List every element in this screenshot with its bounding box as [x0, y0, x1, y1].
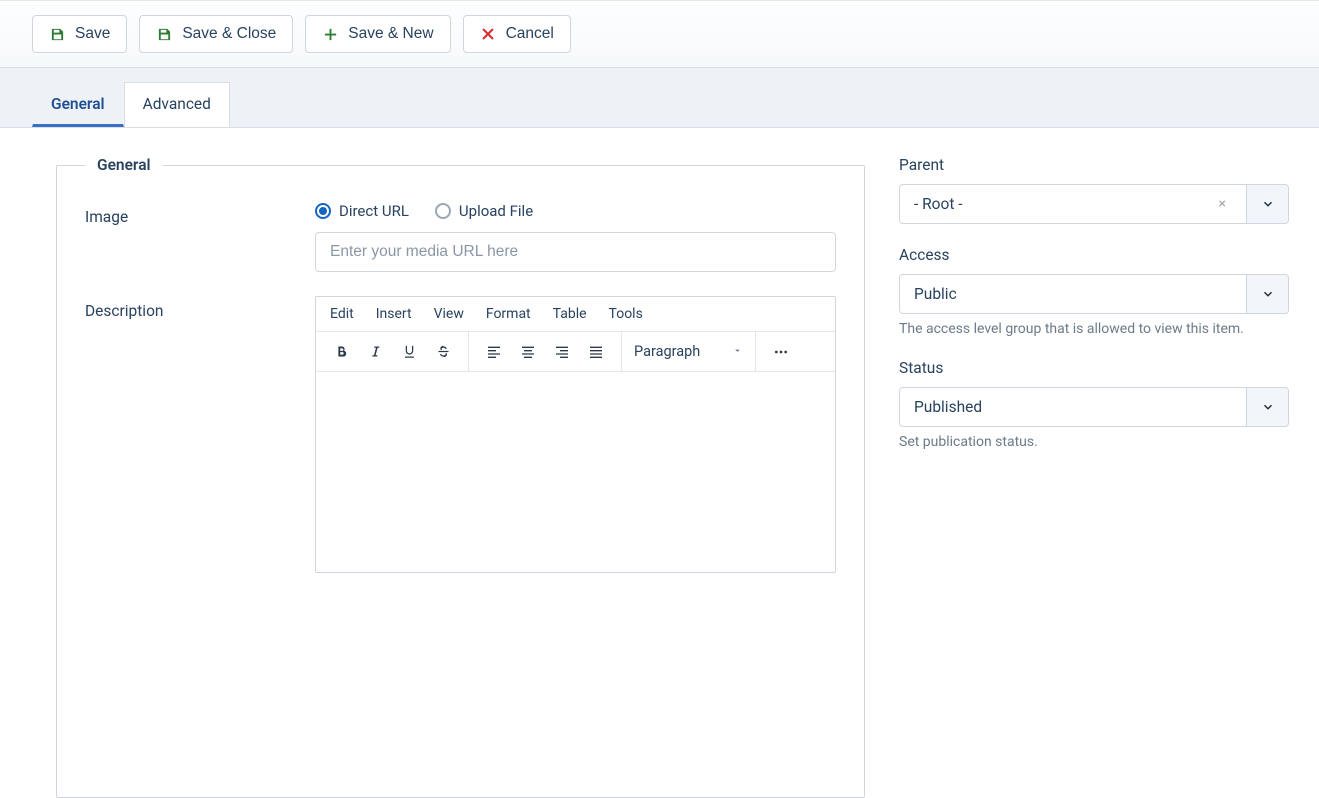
radio-direct-url-label: Direct URL: [339, 202, 409, 220]
save-close-button[interactable]: Save & Close: [139, 15, 293, 53]
chevron-down-icon: [732, 343, 743, 360]
strikethrough-button[interactable]: [426, 335, 460, 369]
underline-button[interactable]: [392, 335, 426, 369]
status-field: Status Published Set publication status.: [899, 359, 1289, 450]
chevron-down-icon[interactable]: [1246, 275, 1288, 313]
status-select[interactable]: Published: [899, 387, 1289, 427]
menu-view[interactable]: View: [434, 306, 464, 322]
radio-icon-unchecked: [435, 203, 451, 219]
align-center-button[interactable]: [511, 335, 545, 369]
general-fieldset: General Image Direct URL Upload File: [56, 156, 865, 798]
close-icon: [480, 26, 496, 42]
image-source-radiogroup: Direct URL Upload File: [315, 202, 836, 220]
menu-insert[interactable]: Insert: [376, 306, 412, 322]
save-new-label: Save & New: [348, 25, 433, 43]
cancel-label: Cancel: [506, 25, 554, 43]
parent-field: Parent - Root - ×: [899, 156, 1289, 224]
access-field: Access Public The access level group tha…: [899, 246, 1289, 337]
page-body: General Image Direct URL Upload File: [0, 127, 1319, 798]
editor-toolbar: Paragraph: [316, 332, 835, 372]
menu-edit[interactable]: Edit: [330, 306, 354, 322]
chevron-down-icon[interactable]: [1246, 185, 1288, 223]
menu-tools[interactable]: Tools: [609, 306, 643, 322]
rich-text-editor: Edit Insert View Format Table Tools: [315, 296, 836, 573]
cancel-button[interactable]: Cancel: [463, 15, 571, 53]
more-button[interactable]: [764, 335, 798, 369]
align-justify-button[interactable]: [579, 335, 613, 369]
side-column: Parent - Root - × Access Public: [899, 156, 1289, 798]
save-new-button[interactable]: Save & New: [305, 15, 450, 53]
parent-select[interactable]: - Root - ×: [899, 184, 1289, 224]
save-button[interactable]: Save: [32, 15, 127, 53]
description-row: Description Edit Insert View Format Tabl…: [85, 296, 836, 573]
save-label: Save: [75, 25, 110, 43]
tab-bar: General Advanced: [0, 82, 1319, 127]
status-value: Published: [914, 398, 982, 416]
editor-content-area[interactable]: [316, 372, 835, 572]
access-select[interactable]: Public: [899, 274, 1289, 314]
access-value: Public: [914, 285, 957, 303]
fieldset-legend: General: [85, 156, 163, 174]
editor-menubar: Edit Insert View Format Table Tools: [316, 297, 835, 332]
menu-format[interactable]: Format: [486, 306, 531, 322]
menu-table[interactable]: Table: [553, 306, 587, 322]
paragraph-select-label: Paragraph: [634, 343, 700, 360]
save-icon: [49, 26, 65, 42]
tab-general[interactable]: General: [32, 82, 124, 127]
access-help: The access level group that is allowed t…: [899, 321, 1289, 337]
tab-advanced[interactable]: Advanced: [124, 82, 230, 127]
media-url-input[interactable]: [315, 232, 836, 272]
parent-label: Parent: [899, 156, 1289, 174]
access-label: Access: [899, 246, 1289, 264]
radio-upload-file[interactable]: Upload File: [435, 202, 533, 220]
clear-icon[interactable]: ×: [1213, 196, 1232, 212]
chevron-down-icon[interactable]: [1246, 388, 1288, 426]
save-close-label: Save & Close: [182, 25, 276, 43]
action-toolbar: Save Save & Close Save & New Cancel: [0, 0, 1319, 68]
paragraph-select[interactable]: Paragraph: [622, 332, 756, 371]
description-label: Description: [85, 296, 295, 573]
image-label: Image: [85, 202, 295, 272]
radio-direct-url[interactable]: Direct URL: [315, 202, 409, 220]
plus-icon: [322, 26, 338, 42]
main-column: General Image Direct URL Upload File: [56, 156, 865, 798]
italic-button[interactable]: [358, 335, 392, 369]
parent-value: - Root -: [914, 195, 963, 213]
radio-icon-checked: [315, 203, 331, 219]
radio-upload-file-label: Upload File: [459, 202, 533, 220]
image-row: Image Direct URL Upload File: [85, 202, 836, 272]
align-left-button[interactable]: [477, 335, 511, 369]
bold-button[interactable]: [324, 335, 358, 369]
align-right-button[interactable]: [545, 335, 579, 369]
status-help: Set publication status.: [899, 434, 1289, 450]
save-icon: [156, 26, 172, 42]
status-label: Status: [899, 359, 1289, 377]
